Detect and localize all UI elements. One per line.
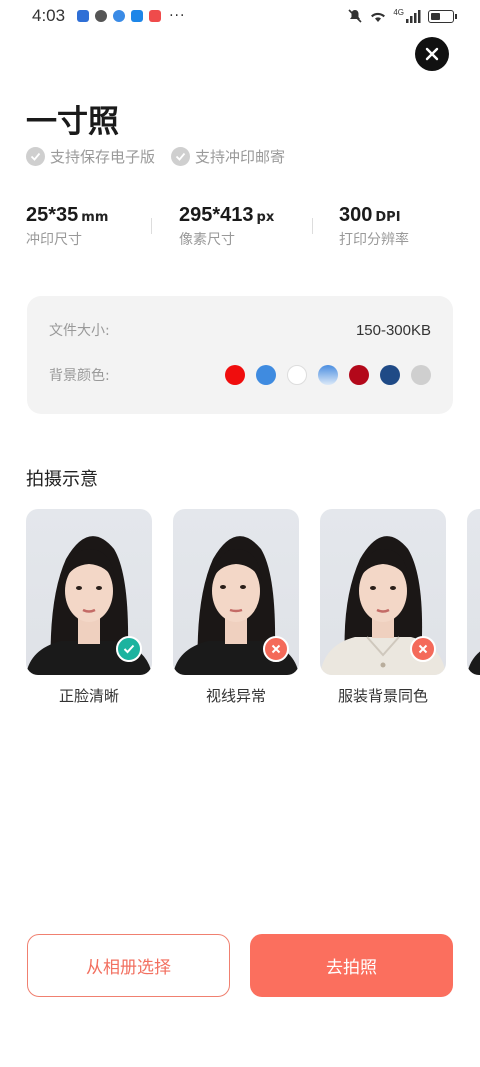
example-item: 服装背景同色: [320, 509, 446, 706]
more-notifications-icon: ···: [169, 8, 186, 24]
example-label: 视线异常: [205, 687, 266, 705]
cloud-icon: [131, 10, 144, 22]
color-swatches: [225, 365, 431, 385]
browser-icon: [113, 10, 126, 22]
feature-list: 支持保存电子版 支持冲印邮寄: [26, 146, 285, 167]
spec-value: 25*35: [26, 204, 79, 226]
swatch-gray: [411, 365, 431, 385]
example-label: 服装背景同色: [337, 687, 428, 705]
spec-unit: DPI: [375, 210, 401, 225]
close-icon: [425, 47, 439, 61]
status-error-badge: [410, 636, 436, 662]
spec-label: 打印分辨率: [339, 232, 409, 248]
cross-icon: [418, 644, 428, 654]
status-error-badge: [263, 636, 289, 662]
app-notification-icon: [77, 10, 90, 22]
spec-pixel-size: 295*413 px 像素尺寸: [179, 204, 312, 249]
info-card: 文件大小: 150-300KB 背景颜色:: [27, 296, 453, 414]
portrait-photo: [320, 509, 446, 675]
status-time: 4:03: [32, 6, 66, 25]
swatch-navy: [380, 365, 400, 385]
divider: [151, 218, 152, 234]
example-item: 视线异常: [173, 509, 299, 706]
spec-row: 25*35 mm 冲印尺寸 295*413 px 像素尺寸 300 DPI 打印分辨率: [26, 204, 456, 249]
swatch-red: [225, 365, 245, 385]
bg-color-row: 背景颜色:: [49, 365, 431, 385]
bg-color-label: 背景颜色:: [49, 368, 110, 384]
spec-label: 像素尺寸: [179, 232, 235, 248]
spec-unit: mm: [81, 210, 109, 225]
example-item: 正脸清晰: [26, 509, 152, 706]
select-from-album-button[interactable]: 从相册选择: [27, 934, 230, 997]
check-icon: [26, 147, 45, 166]
signal-icon: [406, 9, 421, 23]
checkmark-icon: [123, 644, 135, 654]
mute-icon: [348, 9, 362, 23]
take-photo-button[interactable]: 去拍照: [250, 934, 453, 997]
status-bar: 4:03 ··· 4G: [0, 0, 480, 32]
swatch-gradient-blue: [318, 365, 338, 385]
spec-label: 冲印尺寸: [26, 232, 82, 248]
divider: [312, 218, 313, 234]
section-title: 拍摄示意: [26, 469, 98, 490]
portrait-photo: [467, 509, 480, 675]
spec-print-size: 25*35 mm 冲印尺寸: [26, 204, 151, 249]
feature-item: 支持保存电子版: [26, 146, 155, 167]
feature-label: 支持保存电子版: [50, 148, 156, 166]
swatch-dark-red: [349, 365, 369, 385]
status-ok-badge: [116, 636, 142, 662]
wifi-icon: [371, 12, 386, 22]
spec-resolution: 300 DPI 打印分辨率: [339, 204, 409, 249]
swatch-blue: [256, 365, 276, 385]
app-red-icon: [149, 10, 162, 22]
file-size-value: 150-300KB: [355, 321, 431, 339]
example-item: [467, 509, 480, 675]
network-type-label: 4G: [393, 7, 404, 17]
portrait-photo: [26, 509, 152, 675]
example-label: 正脸清晰: [58, 687, 119, 705]
wechat-icon: [95, 10, 108, 22]
portrait-photo: [173, 509, 299, 675]
file-size-row: 文件大小: 150-300KB: [49, 320, 431, 340]
spec-unit: px: [256, 210, 275, 225]
page-title: 一寸照: [26, 104, 119, 140]
swatch-white: [287, 365, 307, 385]
check-icon: [171, 147, 191, 166]
feature-label: 支持冲印邮寄: [195, 148, 286, 166]
close-button[interactable]: [415, 37, 449, 71]
file-size-label: 文件大小:: [49, 323, 110, 339]
battery-icon: [428, 9, 457, 23]
spec-value: 295*413: [179, 204, 254, 226]
example-carousel[interactable]: 正脸清晰 视线异常 服装背景同色: [26, 509, 480, 709]
spec-value: 300: [339, 204, 373, 226]
cross-icon: [271, 644, 281, 654]
feature-item: 支持冲印邮寄: [171, 146, 285, 167]
